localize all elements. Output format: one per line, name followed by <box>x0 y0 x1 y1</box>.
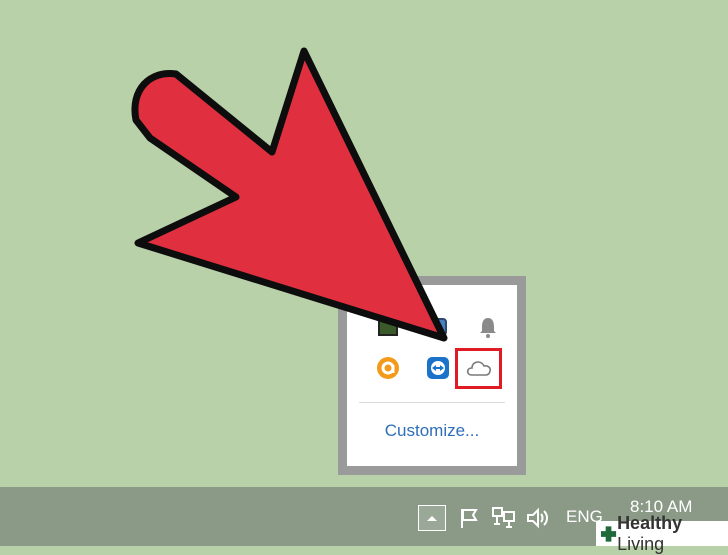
red-pointer-arrow-icon <box>131 47 448 342</box>
plus-logo-icon <box>600 525 617 542</box>
show-hidden-icons-button[interactable] <box>418 505 446 531</box>
watermark-brand-bold: Healthy <box>617 512 683 533</box>
action-center-flag-icon[interactable] <box>456 505 482 531</box>
watermark-brand-light: Living <box>617 533 665 554</box>
watermark-text: Healthy Living <box>617 513 728 555</box>
volume-icon[interactable] <box>524 505 552 531</box>
network-icon[interactable] <box>490 505 518 531</box>
healthy-living-watermark: Healthy Living <box>596 513 728 554</box>
